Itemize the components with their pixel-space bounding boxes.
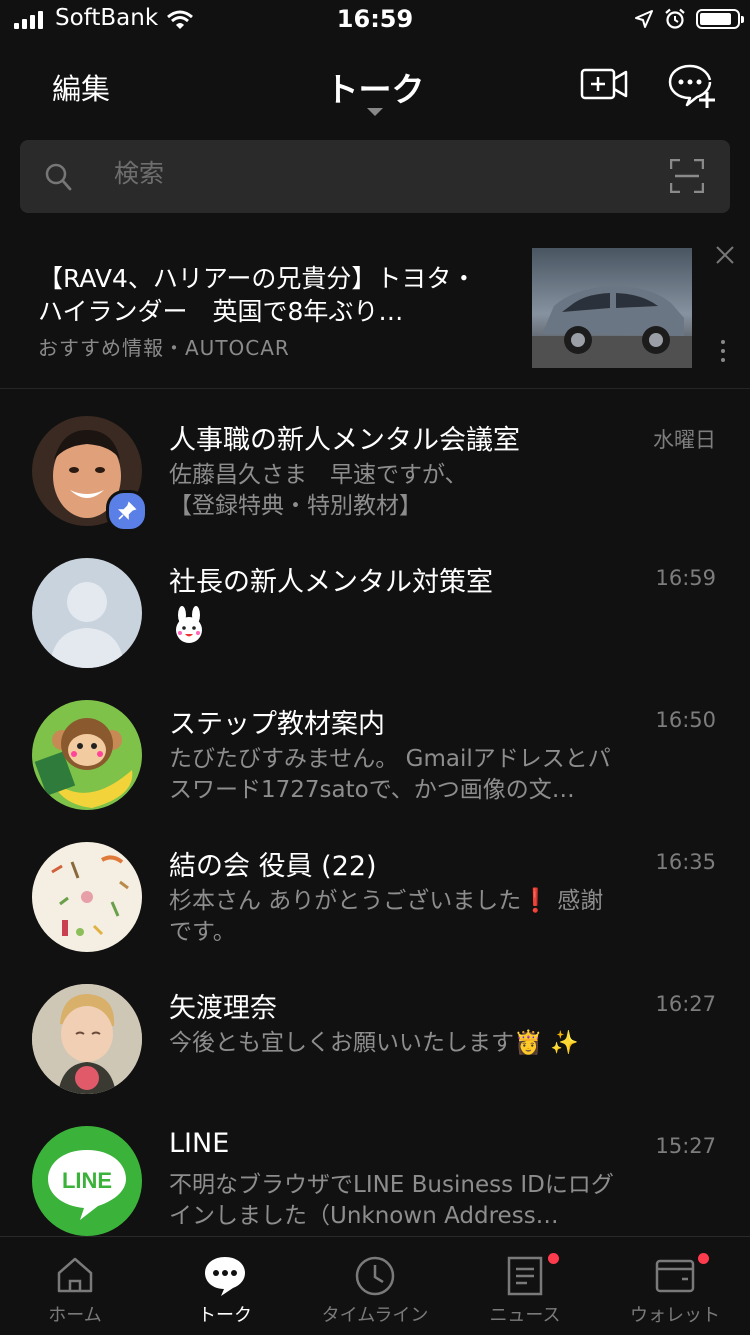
- ad-title[interactable]: 【RAV4、ハリアーの兄貴分】トヨタ・ハイランダー 英国で8年ぶり…: [38, 262, 498, 328]
- talk-icon: [205, 1257, 245, 1296]
- home-icon: [57, 1257, 93, 1293]
- tab-wallet[interactable]: ウォレット: [600, 1237, 750, 1335]
- chat-item[interactable]: LINE LINE 不明なブラウザでLINE Business IDにログインし…: [0, 1100, 750, 1242]
- recommended-article[interactable]: 【RAV4、ハリアーの兄貴分】トヨタ・ハイランダー 英国で8年ぶり… おすすめ情…: [0, 228, 750, 389]
- chat-item[interactable]: 結の会 役員 (22) 杉本さん ありがとうございました❗ 感謝です。 16:3…: [0, 816, 750, 958]
- tab-label: ニュース: [489, 1305, 561, 1326]
- alarm-icon: [665, 8, 685, 29]
- chat-preview: 佐藤昌久さま 早速ですが、 【登録特典・特別教材】: [169, 462, 468, 519]
- page-title[interactable]: トーク: [0, 63, 750, 111]
- search-icon: [45, 163, 72, 191]
- tab-label: トーク: [198, 1305, 252, 1326]
- tab-talk[interactable]: トーク: [150, 1237, 300, 1335]
- search-input[interactable]: [112, 158, 656, 189]
- chat-time: 16:59: [655, 566, 716, 590]
- notification-badge: [548, 1253, 559, 1264]
- chat-time: 15:27: [655, 1134, 716, 1158]
- chat-preview: 杉本さん ありがとうございました❗ 感謝です。: [169, 888, 604, 945]
- chat-name: 社長の新人メンタル対策室: [169, 567, 493, 598]
- chat-time: 水曜日: [653, 428, 716, 452]
- chat-name: 人事職の新人メンタル会議室: [169, 425, 520, 456]
- location-icon: [635, 10, 653, 28]
- tab-label: ホーム: [48, 1305, 102, 1326]
- chat-time: 16:27: [655, 992, 716, 1016]
- rabbit-sticker-icon: [176, 606, 202, 643]
- svg-text:LINE: LINE: [62, 1168, 112, 1193]
- avatar: [32, 842, 142, 952]
- news-icon: [507, 1256, 543, 1296]
- tab-label: タイムライン: [321, 1305, 429, 1326]
- chat-item[interactable]: ステップ教材案内 たびたびすみません。 Gmailアドレスとパスワード1727s…: [0, 674, 750, 816]
- chat-name: ステップ教材案内: [169, 709, 385, 740]
- avatar: [32, 984, 142, 1094]
- chat-name: 矢渡理奈: [169, 993, 277, 1024]
- chat-time: 16:50: [655, 708, 716, 732]
- avatar: [32, 700, 142, 810]
- ad-source: おすすめ情報・AUTOCAR: [38, 336, 290, 360]
- ad-thumbnail[interactable]: [532, 248, 692, 368]
- video-call-icon[interactable]: [580, 64, 628, 104]
- battery-icon: [696, 9, 744, 29]
- chat-item[interactable]: 矢渡理奈 今後とも宜しくお願いいたします👸 ✨ 16:27: [0, 958, 750, 1100]
- search-bar[interactable]: [20, 140, 730, 213]
- title-dropdown-caret-icon[interactable]: [367, 108, 383, 116]
- chat-list: 人事職の新人メンタル会議室 佐藤昌久さま 早速ですが、 【登録特典・特別教材】 …: [0, 390, 750, 1242]
- tab-home[interactable]: ホーム: [0, 1237, 150, 1335]
- qr-scan-icon[interactable]: [670, 159, 704, 193]
- clock-icon: [355, 1256, 395, 1296]
- default-avatar-icon: [32, 558, 142, 668]
- chat-name: 結の会 役員 (22): [169, 851, 377, 882]
- new-chat-icon[interactable]: [666, 62, 718, 110]
- chat-item[interactable]: 社長の新人メンタル対策室 16:59: [0, 532, 750, 674]
- close-icon[interactable]: [714, 244, 736, 266]
- chat-preview: たびたびすみません。 Gmailアドレスとパスワード1727satoで、かつ画像…: [169, 746, 611, 803]
- tab-bar: ホーム トーク タイムライン ニュース ウォレット: [0, 1236, 750, 1335]
- header: 編集 トーク: [0, 44, 750, 130]
- wallet-icon: [655, 1259, 695, 1293]
- chat-time: 16:35: [655, 850, 716, 874]
- chat-item[interactable]: 人事職の新人メンタル会議室 佐藤昌久さま 早速ですが、 【登録特典・特別教材】 …: [0, 390, 750, 532]
- notification-badge: [698, 1253, 709, 1264]
- more-options-icon[interactable]: [721, 340, 725, 362]
- line-logo-icon: LINE: [32, 1126, 142, 1236]
- tab-timeline[interactable]: タイムライン: [300, 1237, 450, 1335]
- pin-icon: [106, 490, 148, 532]
- tab-news[interactable]: ニュース: [450, 1237, 600, 1335]
- chat-name: LINE: [169, 1128, 230, 1159]
- chat-preview: 不明なブラウザでLINE Business IDにログインしました（Unknow…: [169, 1172, 614, 1229]
- tab-label: ウォレット: [630, 1305, 720, 1326]
- status-bar: SoftBank 16:59: [0, 0, 750, 44]
- chat-preview: 今後とも宜しくお願いいたします👸 ✨: [169, 1030, 579, 1056]
